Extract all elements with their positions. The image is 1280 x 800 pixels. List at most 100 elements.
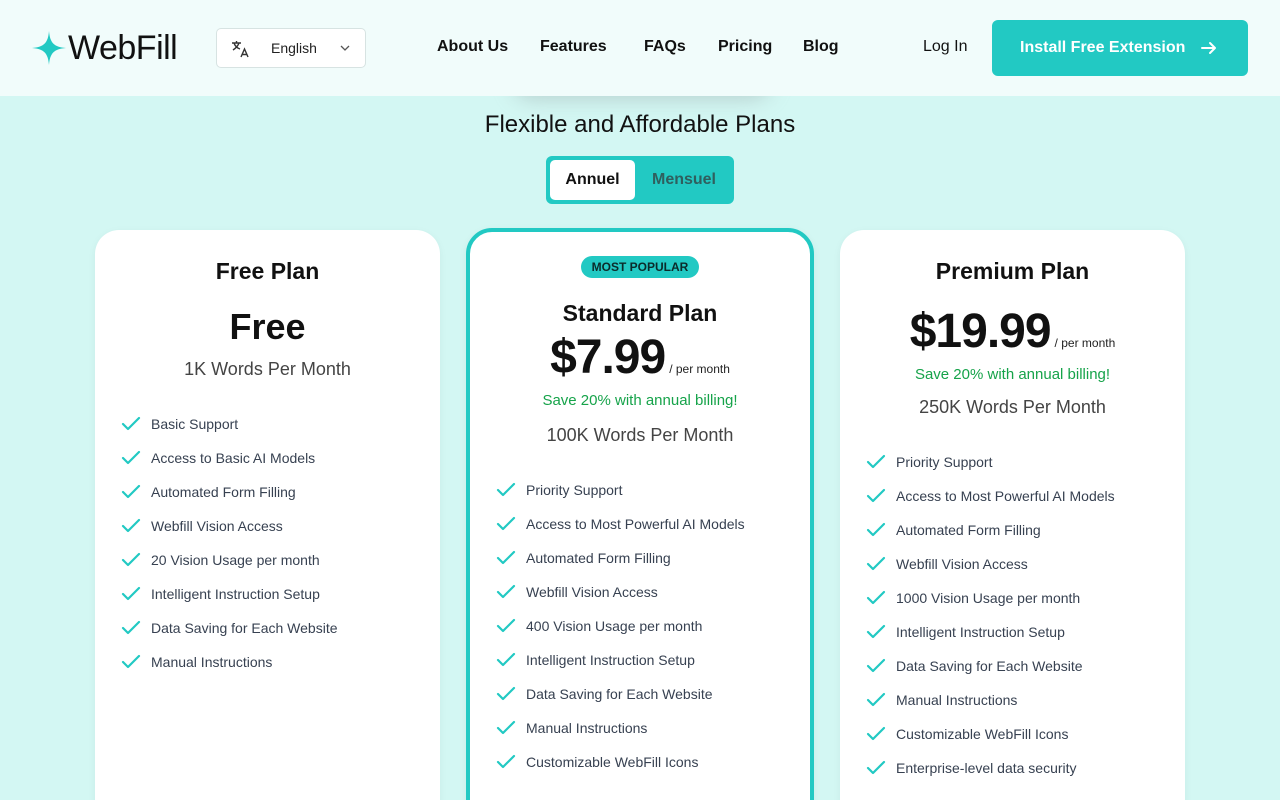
login-link[interactable]: Log In [923,38,967,56]
toggle-annual[interactable]: Annuel [550,160,635,200]
check-icon [496,754,516,769]
plan-price: Free [229,306,306,347]
feature-item: Access to Basic AI Models [95,450,440,484]
feature-label: Access to Most Powerful AI Models [526,516,745,532]
feature-item: Intelligent Instruction Setup [95,586,440,620]
feature-item: 400 Vision Usage per month [470,618,810,652]
toggle-monthly[interactable]: Mensuel [638,160,730,200]
price-period: / per month [669,362,730,376]
annual-savings-note: Save 20% with annual billing! [542,392,738,409]
plan-name: Free Plan [215,258,320,284]
check-icon [496,482,516,497]
feature-label: Manual Instructions [896,692,1018,708]
check-icon [496,686,516,701]
feature-label: Intelligent Instruction Setup [526,652,695,668]
plan-name: Premium Plan [935,258,1090,284]
check-icon [866,624,886,639]
feature-item: Webfill Vision Access [470,584,810,618]
check-icon [121,620,141,635]
feature-list: Priority Support Access to Most Powerful … [840,454,1185,794]
feature-item: Intelligent Instruction Setup [470,652,810,686]
feature-label: Data Saving for Each Website [151,620,338,636]
price-period: / per month [1054,336,1116,350]
nav-pricing[interactable]: Pricing [718,38,772,56]
feature-item: 1000 Vision Usage per month [840,590,1185,624]
annual-savings-note: Save 20% with annual billing! [914,366,1111,383]
feature-label: 1000 Vision Usage per month [896,590,1081,606]
price-row: $7.99 / per month [470,330,810,385]
feature-item: Manual Instructions [840,692,1185,726]
check-icon [866,522,886,537]
plan-name: Standard Plan [562,300,718,326]
feature-item: Basic Support [95,416,440,450]
most-popular-badge: MOST POPULAR [581,256,699,278]
feature-label: 400 Vision Usage per month [526,618,703,634]
feature-item: Access to Most Powerful AI Models [470,516,810,550]
sparkle-logo-icon [32,31,66,65]
feature-item: Automated Form Filling [95,484,440,518]
check-icon [866,488,886,503]
nav-about-us[interactable]: About Us [437,38,508,56]
install-button-label: Install Free Extension [1020,39,1186,56]
nav-blog[interactable]: Blog [803,38,839,56]
feature-list: Basic Support Access to Basic AI Models Au… [95,416,440,688]
check-icon [121,586,141,601]
arrow-right-icon [1201,42,1216,54]
feature-item: Automated Form Filling [840,522,1185,556]
feature-item: Data Saving for Each Website [95,620,440,654]
translate-icon [232,41,249,58]
feature-label: Priority Support [896,454,993,470]
feature-label: Webfill Vision Access [526,584,658,600]
check-icon [866,760,886,775]
feature-item: Data Saving for Each Website [840,658,1185,692]
check-icon [496,584,516,599]
feature-label: Enterprise-level data security [896,760,1077,776]
check-icon [866,726,886,741]
feature-label: Automated Form Filling [151,484,296,500]
feature-label: Manual Instructions [151,654,273,670]
check-icon [496,516,516,531]
check-icon [866,692,886,707]
feature-list: Priority Support Access to Most Powerful … [470,482,810,788]
section-title: Flexible and Affordable Plans [484,111,796,138]
check-icon [866,454,886,469]
plan-words: 250K Words Per Month [919,397,1106,417]
feature-item: Priority Support [840,454,1185,488]
chevron-down-icon [340,45,350,51]
check-icon [866,556,886,571]
check-icon [121,450,141,465]
feature-item: 20 Vision Usage per month [95,552,440,586]
plan-words: 1K Words Per Month [184,359,351,379]
check-icon [121,654,141,669]
feature-label: Basic Support [151,416,239,432]
site-header: WebFill English About Us Features FAQs P… [0,0,1280,96]
feature-item: Manual Instructions [470,720,810,754]
feature-item: Manual Instructions [95,654,440,688]
nav-faqs[interactable]: FAQs [644,38,686,56]
premium-plan-card: Premium Plan $19.99 / per month Save 20%… [840,230,1185,800]
feature-label: Webfill Vision Access [896,556,1028,572]
check-icon [121,416,141,431]
check-icon [121,484,141,499]
billing-toggle[interactable]: Annuel Mensuel [546,156,734,204]
check-icon [496,550,516,565]
language-label: English [271,40,317,56]
feature-item: Webfill Vision Access [840,556,1185,590]
nav-features[interactable]: Features [540,38,607,56]
price-row: $19.99 / per month [840,304,1185,359]
feature-label: Access to Basic AI Models [151,450,316,466]
feature-label: Automated Form Filling [896,522,1041,538]
feature-label: Customizable WebFill Icons [896,726,1069,742]
language-select[interactable]: English [216,28,366,68]
feature-label: 20 Vision Usage per month [151,552,320,568]
free-plan-card: Free Plan Free 1K Words Per Month Basic … [95,230,440,800]
feature-item: Customizable WebFill Icons [840,726,1185,760]
feature-label: Data Saving for Each Website [896,658,1083,674]
install-extension-button[interactable]: Install Free Extension [992,20,1248,76]
logo[interactable]: WebFill [32,28,178,68]
check-icon [496,720,516,735]
feature-label: Customizable WebFill Icons [526,754,699,770]
feature-label: Manual Instructions [526,720,648,736]
feature-label: Intelligent Instruction Setup [151,586,320,602]
feature-item: Customizable WebFill Icons [470,754,810,788]
